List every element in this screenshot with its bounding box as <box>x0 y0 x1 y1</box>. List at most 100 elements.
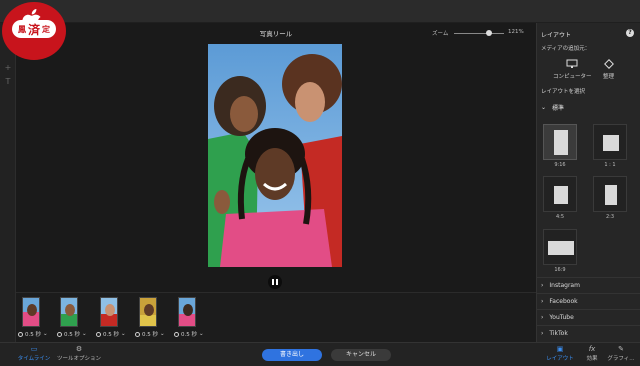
logo-seal: 鳳 済 定 <box>12 20 56 38</box>
layout-shape <box>603 135 619 151</box>
clip-duration[interactable]: 0.5 秒 ⌄ <box>96 330 126 338</box>
timeline-clip-thumbnail[interactable] <box>139 297 157 327</box>
clock-icon <box>96 331 101 337</box>
pause-button[interactable] <box>268 275 282 289</box>
layout-icon: ▣ <box>556 345 564 353</box>
chevron-right-icon: › <box>541 314 544 321</box>
tab-effects[interactable]: fx 効果 <box>582 345 602 363</box>
clip-duration-label: 0.5 秒 <box>142 332 158 338</box>
layout-option-2-3[interactable] <box>593 176 627 212</box>
tab-layout-label: レイアウト <box>546 356 574 362</box>
layout-shape <box>605 185 617 205</box>
zoom-slider-knob[interactable] <box>486 30 492 36</box>
section-standard-label: 標準 <box>552 105 565 112</box>
chevron-right-icon: › <box>541 298 544 305</box>
help-icon[interactable]: ? <box>626 29 634 37</box>
layout-label: 4:5 <box>555 214 565 220</box>
clip-duration-label: 0.5 秒 <box>64 332 80 338</box>
title-bar <box>0 0 640 23</box>
layout-label: 1 : 1 <box>604 162 616 168</box>
logo-text-left: 鳳 <box>17 24 26 34</box>
tab-effects-label: 効果 <box>586 356 598 362</box>
chevron-right-icon: › <box>541 330 544 337</box>
preview-header: 写真リール ズーム 121% <box>16 26 536 40</box>
chevron-down-icon: ⌄ <box>43 331 48 337</box>
source-organize-button[interactable]: 整理 <box>603 59 614 80</box>
pause-icon-bar <box>276 279 278 285</box>
section-label: TikTok <box>549 330 568 337</box>
text-tool-icon[interactable]: T <box>3 77 13 87</box>
cancel-button[interactable]: キャンセル <box>331 349 391 361</box>
layout-option-9-16[interactable] <box>543 124 577 160</box>
timeline-clip-thumbnail[interactable] <box>60 297 78 327</box>
tab-layout[interactable]: ▣ レイアウト <box>545 345 575 363</box>
section-instagram[interactable]: › Instagram <box>537 277 640 293</box>
clip-duration[interactable]: 0.5 秒 ⌄ <box>174 330 204 338</box>
layout-option-1-1[interactable] <box>593 124 627 160</box>
chevron-down-icon: ⌄ <box>199 331 204 337</box>
preview-photo <box>208 44 342 267</box>
bottom-bar: ▭ タイムライン ⚙ ツールオプション 書き出し キャンセル ▣ レイアウト f… <box>0 342 640 366</box>
timeline-clip-thumbnail[interactable] <box>178 297 196 327</box>
clip-duration[interactable]: 0.5 秒 ⌄ <box>135 330 165 338</box>
timeline-clip-thumbnail[interactable] <box>100 297 118 327</box>
clip-duration-label: 0.5 秒 <box>103 332 119 338</box>
zoom-slider[interactable] <box>454 33 504 34</box>
clip-duration-label: 0.5 秒 <box>181 332 197 338</box>
section-tiktok[interactable]: › TikTok <box>537 325 640 341</box>
add-media-label: メディアの追加元： <box>541 46 591 52</box>
project-title: 写真リール <box>259 30 293 38</box>
layout-option-16-9[interactable] <box>543 229 577 265</box>
zoom-value: 121% <box>508 29 524 35</box>
tab-tool-options[interactable]: ⚙ ツールオプション <box>56 346 102 363</box>
section-youtube[interactable]: › YouTube <box>537 309 640 325</box>
timeline-icon: ▭ <box>30 345 38 353</box>
tab-timeline-label: タイムライン <box>17 356 51 362</box>
layout-shape <box>554 186 568 204</box>
layout-label: 16:9 <box>554 267 566 273</box>
watermark-logo: 鳳 済 定 <box>2 2 66 60</box>
source-computer-button[interactable]: コンピューター <box>553 59 592 80</box>
clip-duration[interactable]: 0.5 秒 ⌄ <box>57 330 87 338</box>
organize-icon <box>603 59 614 69</box>
clock-icon <box>57 331 62 337</box>
export-button[interactable]: 書き出し <box>262 349 322 361</box>
select-layout-label: レイアウトを選択 <box>541 89 586 95</box>
clip-duration-label: 0.5 秒 <box>25 332 41 338</box>
chevron-down-icon: ⌄ <box>82 331 87 337</box>
chevron-down-icon: ⌄ <box>160 331 165 337</box>
layout-label: 9:16 <box>554 162 566 168</box>
fx-icon: fx <box>588 345 596 353</box>
clip-duration[interactable]: 0.5 秒 ⌄ <box>18 330 48 338</box>
section-label: Facebook <box>549 298 578 305</box>
clock-icon <box>18 331 23 337</box>
section-label: YouTube <box>549 314 574 321</box>
preview-canvas[interactable] <box>208 44 342 267</box>
tab-graphics[interactable]: ✎ グラフィ... <box>604 345 638 363</box>
add-icon[interactable]: + <box>3 63 13 73</box>
source-computer-label: コンピューター <box>553 74 592 80</box>
timeline: 0.5 秒 ⌄ 0.5 秒 ⌄ 0.5 秒 ⌄ 0.5 秒 ⌄ 0.5 秒 ⌄ <box>16 292 536 342</box>
timeline-clip-thumbnail[interactable] <box>22 297 40 327</box>
tab-tool-options-label: ツールオプション <box>56 356 101 362</box>
layout-panel: レイアウト ? メディアの追加元： コンピューター 整理 レイアウトを選択 ⌄ … <box>536 23 640 342</box>
section-standard[interactable]: ⌄ 標準 <box>541 103 564 112</box>
layout-label: 2:3 <box>605 214 615 220</box>
chevron-down-icon: ⌄ <box>121 331 126 337</box>
tab-timeline[interactable]: ▭ タイムライン <box>16 345 52 363</box>
left-toolbar: + T <box>0 23 16 366</box>
logo-text-right: 定 <box>42 24 50 34</box>
section-facebook[interactable]: › Facebook <box>537 293 640 309</box>
chevron-right-icon: › <box>541 282 544 289</box>
clock-icon <box>174 331 179 337</box>
zoom-label: ズーム <box>432 31 449 37</box>
layout-option-4-5[interactable] <box>543 176 577 212</box>
section-label: Instagram <box>549 282 580 289</box>
monitor-icon <box>566 59 578 68</box>
tab-graphics-label: グラフィ... <box>607 356 635 362</box>
source-organize-label: 整理 <box>603 74 615 80</box>
graphics-icon: ✎ <box>618 345 624 353</box>
panel-title: レイアウト <box>541 32 572 39</box>
logo-text-center: 済 <box>27 22 40 37</box>
pause-icon-bar <box>272 279 274 285</box>
